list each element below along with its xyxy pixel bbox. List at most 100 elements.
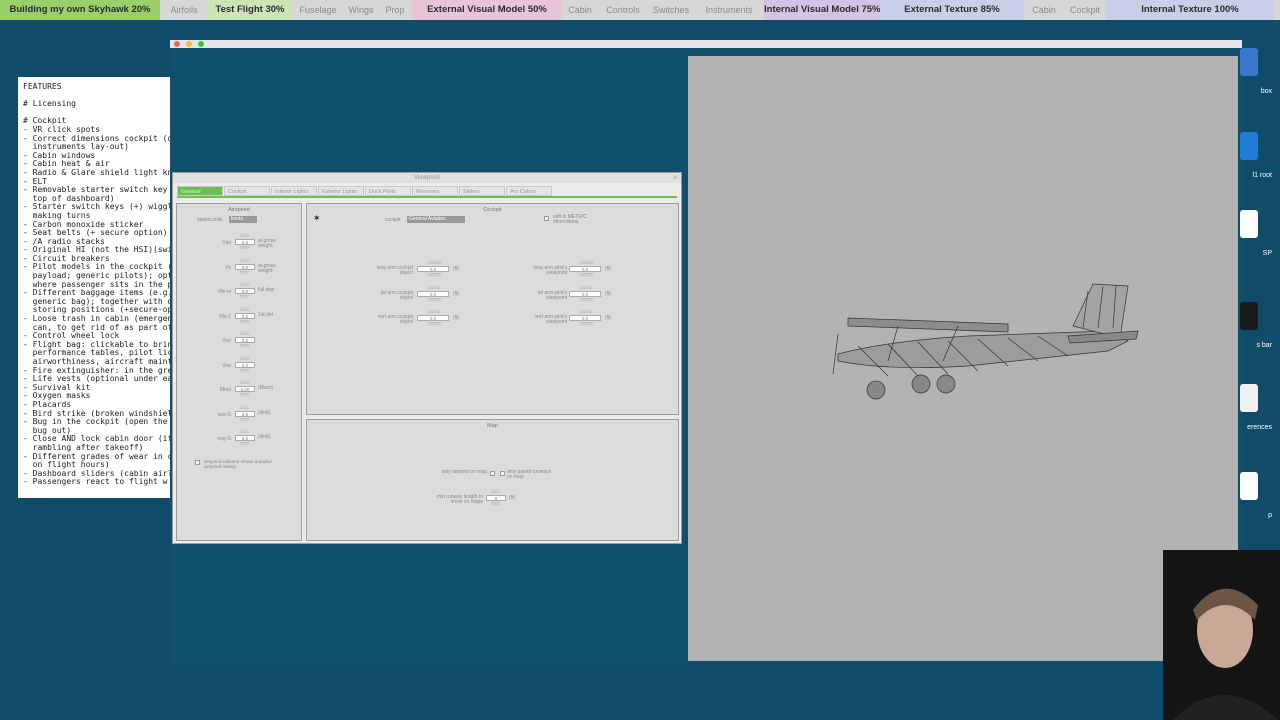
stepper-up-icon[interactable]: △△△△ (237, 331, 251, 335)
stepper-up-icon[interactable]: △△△△ (237, 257, 251, 262)
runway-stepper-up-icon[interactable]: △△△△ (488, 489, 502, 493)
stepper-up-icon[interactable]: △△△△ (237, 380, 251, 384)
airspeed-row-field[interactable]: 0.0 (235, 312, 255, 319)
airports-label: only airports on map (441, 469, 487, 475)
airspeed-row-field[interactable]: 0.0 (235, 361, 255, 368)
stepper-down-icon[interactable]: ▽▽▽▽▽▽ (421, 322, 447, 326)
autopilot-airspeed-checkbox[interactable] (195, 460, 200, 465)
airspeed-row-label: Vne (222, 362, 231, 369)
airspeed-row-label: Mmo (219, 387, 231, 393)
tab-dock-ports[interactable]: Dock Ports (365, 186, 411, 196)
stepper-down-icon[interactable]: ▽▽▽▽ (237, 319, 251, 324)
aircraft-preview[interactable] (688, 56, 1238, 661)
airspeed-title: Airspeed (228, 207, 250, 213)
cockpit-right-unit: (ft) (605, 290, 612, 297)
dock-item-label[interactable]: p (1268, 512, 1272, 519)
stepper-up-icon[interactable]: △△△△△△ (573, 309, 599, 313)
stepper-down-icon[interactable]: ▽▽▽▽▽▽ (573, 322, 599, 326)
progress-segment: Cabin (1032, 5, 1056, 15)
airspeed-row-note: at gross weight (258, 238, 276, 249)
terminal-icon[interactable] (1240, 302, 1258, 330)
tab-general[interactable]: General (177, 186, 223, 196)
xcode-icon[interactable] (1240, 132, 1258, 160)
cockpit-type-select[interactable]: General Aviation (407, 216, 465, 223)
stepper-down-icon[interactable]: ▽▽▽▽ (237, 368, 251, 373)
stepper-down-icon[interactable]: ▽▽▽▽▽▽ (573, 297, 599, 302)
cockpit-left-unit: (ft) (453, 266, 460, 272)
cockpit-right-field[interactable]: 0.0 (569, 290, 601, 297)
dock-item-label[interactable]: box (1261, 88, 1272, 95)
stepper-up-icon[interactable]: △△△△ (237, 282, 251, 286)
airspeed-row-note: full dep (258, 287, 275, 293)
minimize-icon[interactable] (186, 41, 192, 47)
progress-segment: Controls (606, 5, 640, 15)
cockpit-title: Cockpit (483, 207, 502, 213)
progress-segment: Test Flight 30% (208, 0, 292, 20)
dock-item-label[interactable]: s bar (1256, 342, 1272, 349)
airspeed-row-note: (Mach) (258, 385, 274, 391)
stepper-down-icon[interactable]: ▽▽▽▽ (237, 393, 251, 397)
tab-interior-lights[interactable]: Interior Lights (271, 186, 317, 196)
stepper-up-icon[interactable]: △△△△ (237, 429, 251, 433)
cockpit-panel: Cockpit cockpit General Aviation edit in… (306, 203, 679, 415)
tab-underline (177, 196, 677, 198)
airspeed-row-label: Vs (225, 264, 231, 271)
cockpit-left-field[interactable]: 0.0 (417, 290, 449, 297)
stepper-down-icon[interactable]: ▽▽▽▽▽▽ (421, 297, 447, 302)
airspeed-row-label: Vno (222, 338, 231, 344)
stepper-down-icon[interactable]: ▽▽▽▽ (237, 270, 251, 275)
stepper-down-icon[interactable]: ▽▽▽▽▽▽ (573, 273, 599, 277)
progress-segment: Instruments (705, 5, 753, 15)
runway-stepper-down-icon[interactable]: ▽▽▽▽ (488, 502, 502, 506)
stepper-down-icon[interactable]: ▽▽▽▽ (237, 417, 251, 422)
zoom-icon[interactable] (198, 41, 204, 47)
cockpit-right-unit: (ft) (605, 266, 612, 272)
stepper-down-icon[interactable]: ▽▽▽▽▽▽ (421, 273, 447, 277)
features-text[interactable]: FEATURES # Licensing # Cockpit - VR clic… (18, 77, 170, 498)
cockpit-left-label: lat arm cockpit object (380, 289, 413, 301)
dock-item-label[interactable]: l1 root (1253, 172, 1272, 179)
airspeed-row-label: neg G (217, 436, 231, 442)
map-title: Map (487, 423, 498, 429)
close-icon[interactable]: ✕ (672, 174, 678, 182)
stepper-down-icon[interactable]: ▽▽▽▽ (237, 295, 251, 299)
stepper-up-icon[interactable]: △△△△ (237, 306, 251, 311)
cockpit-left-unit: (ft) (453, 315, 460, 321)
close-icon[interactable] (174, 41, 180, 47)
dock-item-label[interactable]: erences (1247, 424, 1272, 431)
stepper-up-icon[interactable]: △△△△△△ (573, 260, 599, 264)
metric-checkbox[interactable] (544, 216, 549, 221)
airspeed-row-field[interactable]: 9.9 (235, 410, 255, 417)
speed-units-select[interactable]: knots (229, 216, 257, 223)
stepper-up-icon[interactable]: △△△△△△ (421, 260, 447, 264)
cockpit-type-label: cockpit (385, 217, 401, 223)
tab-sliders[interactable]: Sliders (459, 186, 505, 196)
runway-label: min runway length to show on maps (436, 494, 483, 505)
tab-reserves[interactable]: Reserves (412, 186, 458, 196)
tab-cockpit[interactable]: Cockpit (224, 186, 270, 196)
paved-checkbox[interactable] (500, 471, 505, 476)
stepper-down-icon[interactable]: ▽▽▽▽ (237, 344, 251, 348)
stepper-up-icon[interactable]: △△△△△△ (421, 309, 447, 313)
speed-units-label: speed units (197, 217, 223, 223)
pen-icon[interactable] (1240, 384, 1258, 412)
airspeed-row-field[interactable]: 0.0 (235, 263, 255, 270)
cockpit-right-unit: (ft) (605, 315, 612, 321)
stepper-down-icon[interactable]: ▽▽▽▽ (237, 246, 251, 250)
stepper-up-icon[interactable]: △△△△△△ (573, 284, 599, 289)
tab-arc-colors[interactable]: Arc Colors (506, 186, 552, 196)
stepper-up-icon[interactable]: △△△△ (237, 355, 251, 360)
app-icon[interactable] (1240, 48, 1258, 76)
stepper-down-icon[interactable]: ▽▽▽▽ (237, 442, 251, 446)
airports-checkbox[interactable] (490, 471, 495, 476)
stepper-up-icon[interactable]: △△△△ (237, 404, 251, 409)
progress-segment: Switches (652, 5, 689, 15)
tab-exterior-lights[interactable]: Exterior Lights (318, 186, 364, 196)
stepper-up-icon[interactable]: △△△△△△ (421, 284, 447, 289)
document-icon[interactable] (1240, 472, 1258, 500)
tools-icon[interactable] (1240, 210, 1258, 238)
progress-segment: Airfoils (170, 5, 198, 15)
dock-item-label[interactable]: SP (1263, 250, 1272, 257)
stepper-up-icon[interactable]: △△△△ (237, 233, 251, 237)
airspeed-row-label: Vso (222, 240, 231, 246)
